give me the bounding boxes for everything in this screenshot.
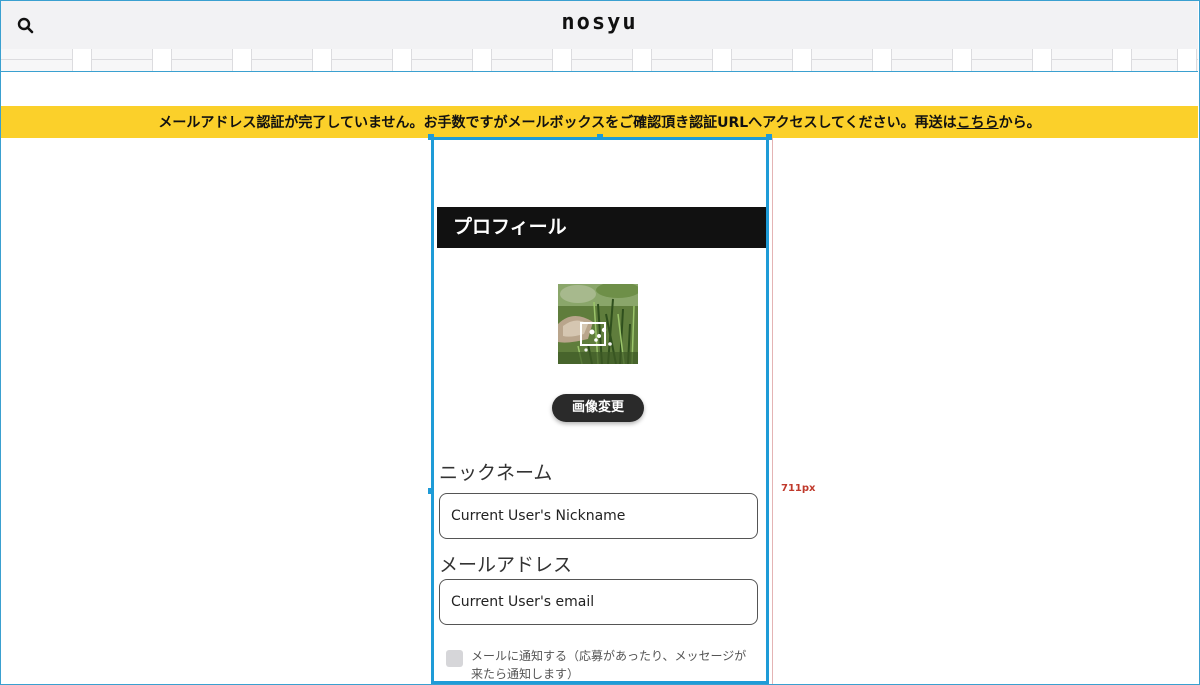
- banner-suffix: から。: [998, 115, 1041, 131]
- notify-checkbox[interactable]: [446, 650, 463, 667]
- resend-link[interactable]: こちら: [957, 112, 999, 132]
- breakpoint-ruler: [1, 49, 1198, 72]
- site-logo[interactable]: nosyu: [1, 10, 1198, 35]
- email-input[interactable]: Current User's email: [439, 579, 758, 625]
- profile-heading: プロフィール: [437, 207, 766, 248]
- site-header: nosyu: [1, 1, 1198, 49]
- notify-option: メールに通知する（応募があったり、メッセージが来たら通知します）: [446, 647, 756, 681]
- height-guide-label: 711px: [781, 483, 816, 494]
- resize-handle-top-left[interactable]: [428, 134, 434, 140]
- notify-label: メールに通知する（応募があったり、メッセージが来たら通知します）: [471, 649, 747, 681]
- change-image-button[interactable]: 画像変更: [552, 394, 644, 422]
- banner-message: メールアドレス認証が完了していません。お手数ですがメールボックスをご確認頂き認証…: [158, 115, 957, 131]
- email-label: メールアドレス: [439, 554, 573, 576]
- height-guide-line: [772, 138, 773, 684]
- resize-handle-left[interactable]: [428, 488, 434, 494]
- nickname-label: ニックネーム: [439, 462, 553, 484]
- focus-box: [580, 322, 606, 346]
- nickname-input[interactable]: Current User's Nickname: [439, 493, 758, 539]
- resize-handle-top[interactable]: [597, 134, 603, 140]
- avatar[interactable]: [558, 284, 638, 364]
- resize-handle-top-right[interactable]: [766, 134, 772, 140]
- mobile-preview-frame: プロフィール 画像変更 ニックネーム Current User's Nickna…: [431, 137, 769, 684]
